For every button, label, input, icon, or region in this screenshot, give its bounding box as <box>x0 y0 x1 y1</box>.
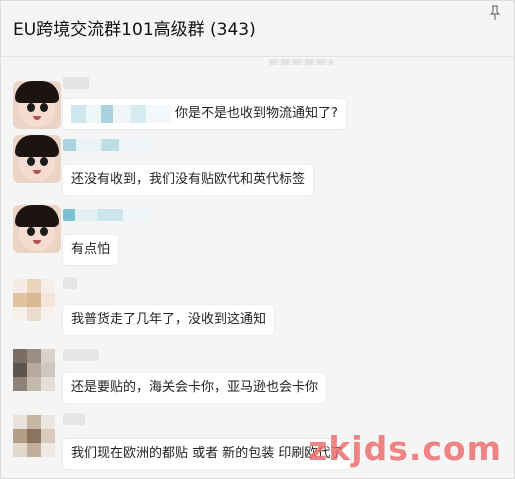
sender-name <box>63 77 89 89</box>
avatar[interactable] <box>13 205 61 253</box>
group-title: EU跨境交流群101高级群 (343) <box>13 20 256 40</box>
message-text: 有点怕 <box>71 242 111 257</box>
message-text: 还没有收到，我们没有贴欧代和英代标签 <box>71 172 306 187</box>
sender-name <box>63 277 77 289</box>
mention-tag <box>71 104 171 123</box>
sender-name <box>63 413 85 425</box>
message-text: 你是不是也收到物流通知了? <box>175 106 338 121</box>
sender-name <box>63 349 99 361</box>
message-bubble[interactable]: 有点怕 <box>63 235 119 265</box>
watermark: zkjds.com <box>308 429 502 468</box>
load-more-indicator <box>269 59 333 65</box>
message-bubble[interactable]: 还是要贴的，海关会卡你，亚马逊也会卡你 <box>63 373 327 403</box>
sender-name <box>63 209 149 221</box>
avatar[interactable] <box>13 81 61 129</box>
message-bubble[interactable]: 我普货走了几年了，没收到这通知 <box>63 305 275 335</box>
avatar[interactable] <box>13 135 61 183</box>
message-text: 还是要贴的，海关会卡你，亚马逊也会卡你 <box>71 380 319 395</box>
message-bubble[interactable]: 还没有收到，我们没有贴欧代和英代标签 <box>63 165 314 195</box>
avatar[interactable] <box>13 279 55 321</box>
pin-icon[interactable] <box>488 5 502 21</box>
avatar[interactable] <box>13 415 55 457</box>
message-text: 我普货走了几年了，没收到这通知 <box>71 312 267 327</box>
message-bubble[interactable]: 你是不是也收到物流通知了? <box>63 99 346 129</box>
avatar[interactable] <box>13 349 55 391</box>
message-text: 我们现在欧洲的都贴 或者 新的包装 印刷欧代了 <box>71 446 344 461</box>
chat-header: EU跨境交流群101高级群 (343) <box>1 1 514 57</box>
sender-name <box>63 139 149 151</box>
